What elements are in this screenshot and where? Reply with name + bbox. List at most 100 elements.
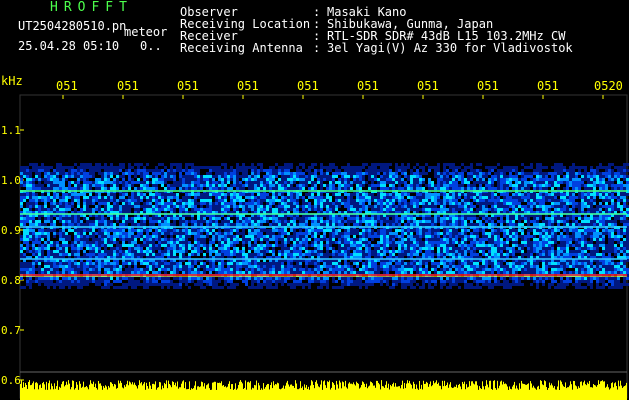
noise-cell [467, 193, 470, 196]
noise-cell [383, 169, 386, 172]
noise-cell [155, 235, 158, 238]
noise-cell [203, 175, 206, 178]
noise-cell [461, 181, 464, 184]
noise-cell [248, 247, 251, 250]
noise-cell [440, 202, 443, 205]
noise-cell [77, 199, 80, 202]
noise-cell [332, 223, 335, 226]
noise-cell [293, 220, 296, 223]
noise-cell [227, 169, 230, 172]
noise-cell [173, 220, 176, 223]
noise-cell [20, 205, 23, 208]
noise-cell [350, 220, 353, 223]
noise-cell [287, 175, 290, 178]
noise-cell [287, 232, 290, 235]
noise-cell [563, 199, 566, 202]
noise-cell [251, 247, 254, 250]
noise-cell [326, 175, 329, 178]
noise-cell [440, 205, 443, 208]
noise-cell [41, 208, 44, 211]
noise-cell [386, 166, 389, 169]
noise-cell [431, 199, 434, 202]
noise-cell [479, 187, 482, 190]
noise-cell [365, 241, 368, 244]
noise-cell [452, 163, 455, 166]
noise-cell [122, 244, 125, 247]
noise-cell [407, 184, 410, 187]
noise-cell [47, 187, 50, 190]
noise-cell [452, 238, 455, 241]
noise-cell [401, 208, 404, 211]
noise-cell [461, 235, 464, 238]
noise-cell [413, 223, 416, 226]
noise-cell [281, 220, 284, 223]
noise-cell [308, 175, 311, 178]
noise-cell [257, 163, 260, 166]
noise-cell [203, 229, 206, 232]
noise-cell [338, 241, 341, 244]
noise-cell [59, 229, 62, 232]
noise-cell [533, 199, 536, 202]
noise-cell [74, 229, 77, 232]
noise-cell [80, 220, 83, 223]
noise-cell [59, 238, 62, 241]
noise-cell [266, 169, 269, 172]
noise-cell [590, 178, 593, 181]
noise-cell [68, 208, 71, 211]
noise-cell [104, 235, 107, 238]
noise-cell [575, 241, 578, 244]
noise-cell [323, 202, 326, 205]
noise-cell [509, 202, 512, 205]
noise-cell [191, 223, 194, 226]
noise-cell [134, 187, 137, 190]
noise-cell [509, 181, 512, 184]
noise-cell [344, 169, 347, 172]
noise-cell [218, 187, 221, 190]
noise-cell [356, 166, 359, 169]
noise-cell [542, 193, 545, 196]
noise-cell [338, 178, 341, 181]
noise-cell [182, 187, 185, 190]
noise-cell [377, 199, 380, 202]
noise-cell [110, 166, 113, 169]
noise-cell [317, 196, 320, 199]
noise-cell [470, 193, 473, 196]
noise-cell [317, 244, 320, 247]
noise-cell [245, 181, 248, 184]
noise-cell [407, 235, 410, 238]
noise-cell [251, 220, 254, 223]
noise-cell [233, 181, 236, 184]
noise-cell [326, 217, 329, 220]
noise-cell [368, 244, 371, 247]
noise-cell [215, 196, 218, 199]
noise-cell [227, 205, 230, 208]
noise-cell [431, 241, 434, 244]
noise-cell [488, 184, 491, 187]
noise-cell [416, 202, 419, 205]
noise-cell [131, 181, 134, 184]
noise-cell [32, 196, 35, 199]
noise-cell [104, 241, 107, 244]
noise-cell [509, 232, 512, 235]
noise-cell [581, 208, 584, 211]
noise-cell [437, 217, 440, 220]
noise-cell [44, 178, 47, 181]
noise-cell [410, 187, 413, 190]
noise-cell [623, 163, 626, 166]
noise-cell [251, 229, 254, 232]
noise-cell [527, 181, 530, 184]
noise-cell [263, 181, 266, 184]
noise-cell [230, 169, 233, 172]
noise-cell [458, 205, 461, 208]
noise-cell [425, 247, 428, 250]
noise-cell [452, 187, 455, 190]
noise-cell [344, 205, 347, 208]
noise-cell [251, 232, 254, 235]
noise-cell [449, 178, 452, 181]
noise-cell [416, 244, 419, 247]
noise-cell [578, 193, 581, 196]
noise-cell [302, 208, 305, 211]
noise-cell [101, 187, 104, 190]
noise-cell [215, 202, 218, 205]
noise-cell [137, 178, 140, 181]
